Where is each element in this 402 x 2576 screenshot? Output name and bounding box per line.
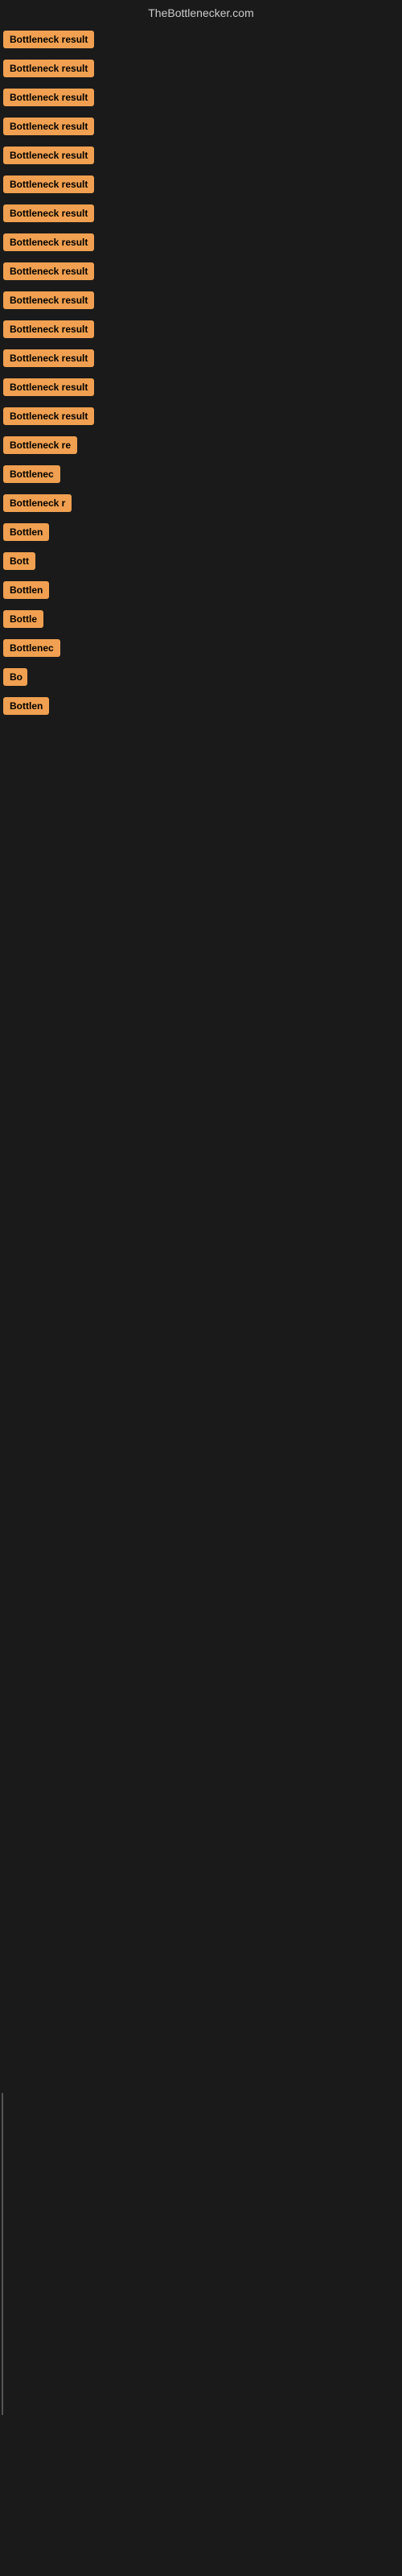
bottleneck-badge[interactable]: Bottleneck result bbox=[3, 233, 94, 251]
bottleneck-badge[interactable]: Bottlen bbox=[3, 523, 49, 541]
list-item: Bottlen bbox=[0, 518, 402, 546]
list-item: Bottleneck result bbox=[0, 142, 402, 169]
bottleneck-badge[interactable]: Bottlen bbox=[3, 581, 49, 599]
list-item: Bo bbox=[0, 663, 402, 691]
bottleneck-badge[interactable]: Bottleneck re bbox=[3, 436, 77, 454]
site-header: TheBottlenecker.com bbox=[0, 0, 402, 26]
bottleneck-badge[interactable]: Bottlen bbox=[3, 697, 49, 715]
bottleneck-badge[interactable]: Bottleneck result bbox=[3, 31, 94, 48]
bottleneck-badge[interactable]: Bottleneck result bbox=[3, 118, 94, 135]
bottleneck-badge[interactable]: Bottleneck result bbox=[3, 89, 94, 106]
list-item: Bottleneck result bbox=[0, 345, 402, 372]
bottleneck-badge[interactable]: Bottleneck result bbox=[3, 60, 94, 77]
bottleneck-list: Bottleneck result Bottleneck result Bottle… bbox=[0, 26, 402, 720]
list-item: Bottlen bbox=[0, 692, 402, 720]
bottleneck-badge[interactable]: Bottleneck result bbox=[3, 147, 94, 164]
bottleneck-badge[interactable]: Bottleneck result bbox=[3, 291, 94, 309]
bottleneck-badge[interactable]: Bo bbox=[3, 668, 27, 686]
bottleneck-badge[interactable]: Bottleneck result bbox=[3, 378, 94, 396]
list-item: Bottleneck result bbox=[0, 113, 402, 140]
bottleneck-badge[interactable]: Bottleneck r bbox=[3, 494, 72, 512]
bottleneck-badge[interactable]: Bott bbox=[3, 552, 35, 570]
list-item: Bottlenec bbox=[0, 460, 402, 488]
list-item: Bottleneck result bbox=[0, 84, 402, 111]
list-item: Bottleneck result bbox=[0, 374, 402, 401]
list-item: Bott bbox=[0, 547, 402, 575]
bottleneck-badge[interactable]: Bottleneck result bbox=[3, 407, 94, 425]
list-item: Bottleneck result bbox=[0, 55, 402, 82]
list-item: Bottleneck result bbox=[0, 258, 402, 285]
list-item: Bottleneck result bbox=[0, 200, 402, 227]
bottleneck-badge[interactable]: Bottleneck result bbox=[3, 262, 94, 280]
bottleneck-badge[interactable]: Bottlenec bbox=[3, 639, 60, 657]
list-item: Bottlen bbox=[0, 576, 402, 604]
bottleneck-badge[interactable]: Bottleneck result bbox=[3, 175, 94, 193]
list-item: Bottleneck result bbox=[0, 316, 402, 343]
bottleneck-badge[interactable]: Bottlenec bbox=[3, 465, 60, 483]
vertical-line bbox=[2, 2093, 3, 2415]
list-item: Bottleneck re bbox=[0, 431, 402, 459]
list-item: Bottleneck result bbox=[0, 287, 402, 314]
bottleneck-badge[interactable]: Bottleneck result bbox=[3, 320, 94, 338]
bottleneck-badge[interactable]: Bottleneck result bbox=[3, 349, 94, 367]
bottleneck-badge[interactable]: Bottle bbox=[3, 610, 43, 628]
bottleneck-badge[interactable]: Bottleneck result bbox=[3, 204, 94, 222]
list-item: Bottleneck result bbox=[0, 229, 402, 256]
list-item: Bottleneck r bbox=[0, 489, 402, 517]
list-item: Bottle bbox=[0, 605, 402, 633]
list-item: Bottlenec bbox=[0, 634, 402, 662]
list-item: Bottleneck result bbox=[0, 26, 402, 53]
list-item: Bottleneck result bbox=[0, 171, 402, 198]
site-title: TheBottlenecker.com bbox=[0, 0, 402, 26]
list-item: Bottleneck result bbox=[0, 402, 402, 430]
